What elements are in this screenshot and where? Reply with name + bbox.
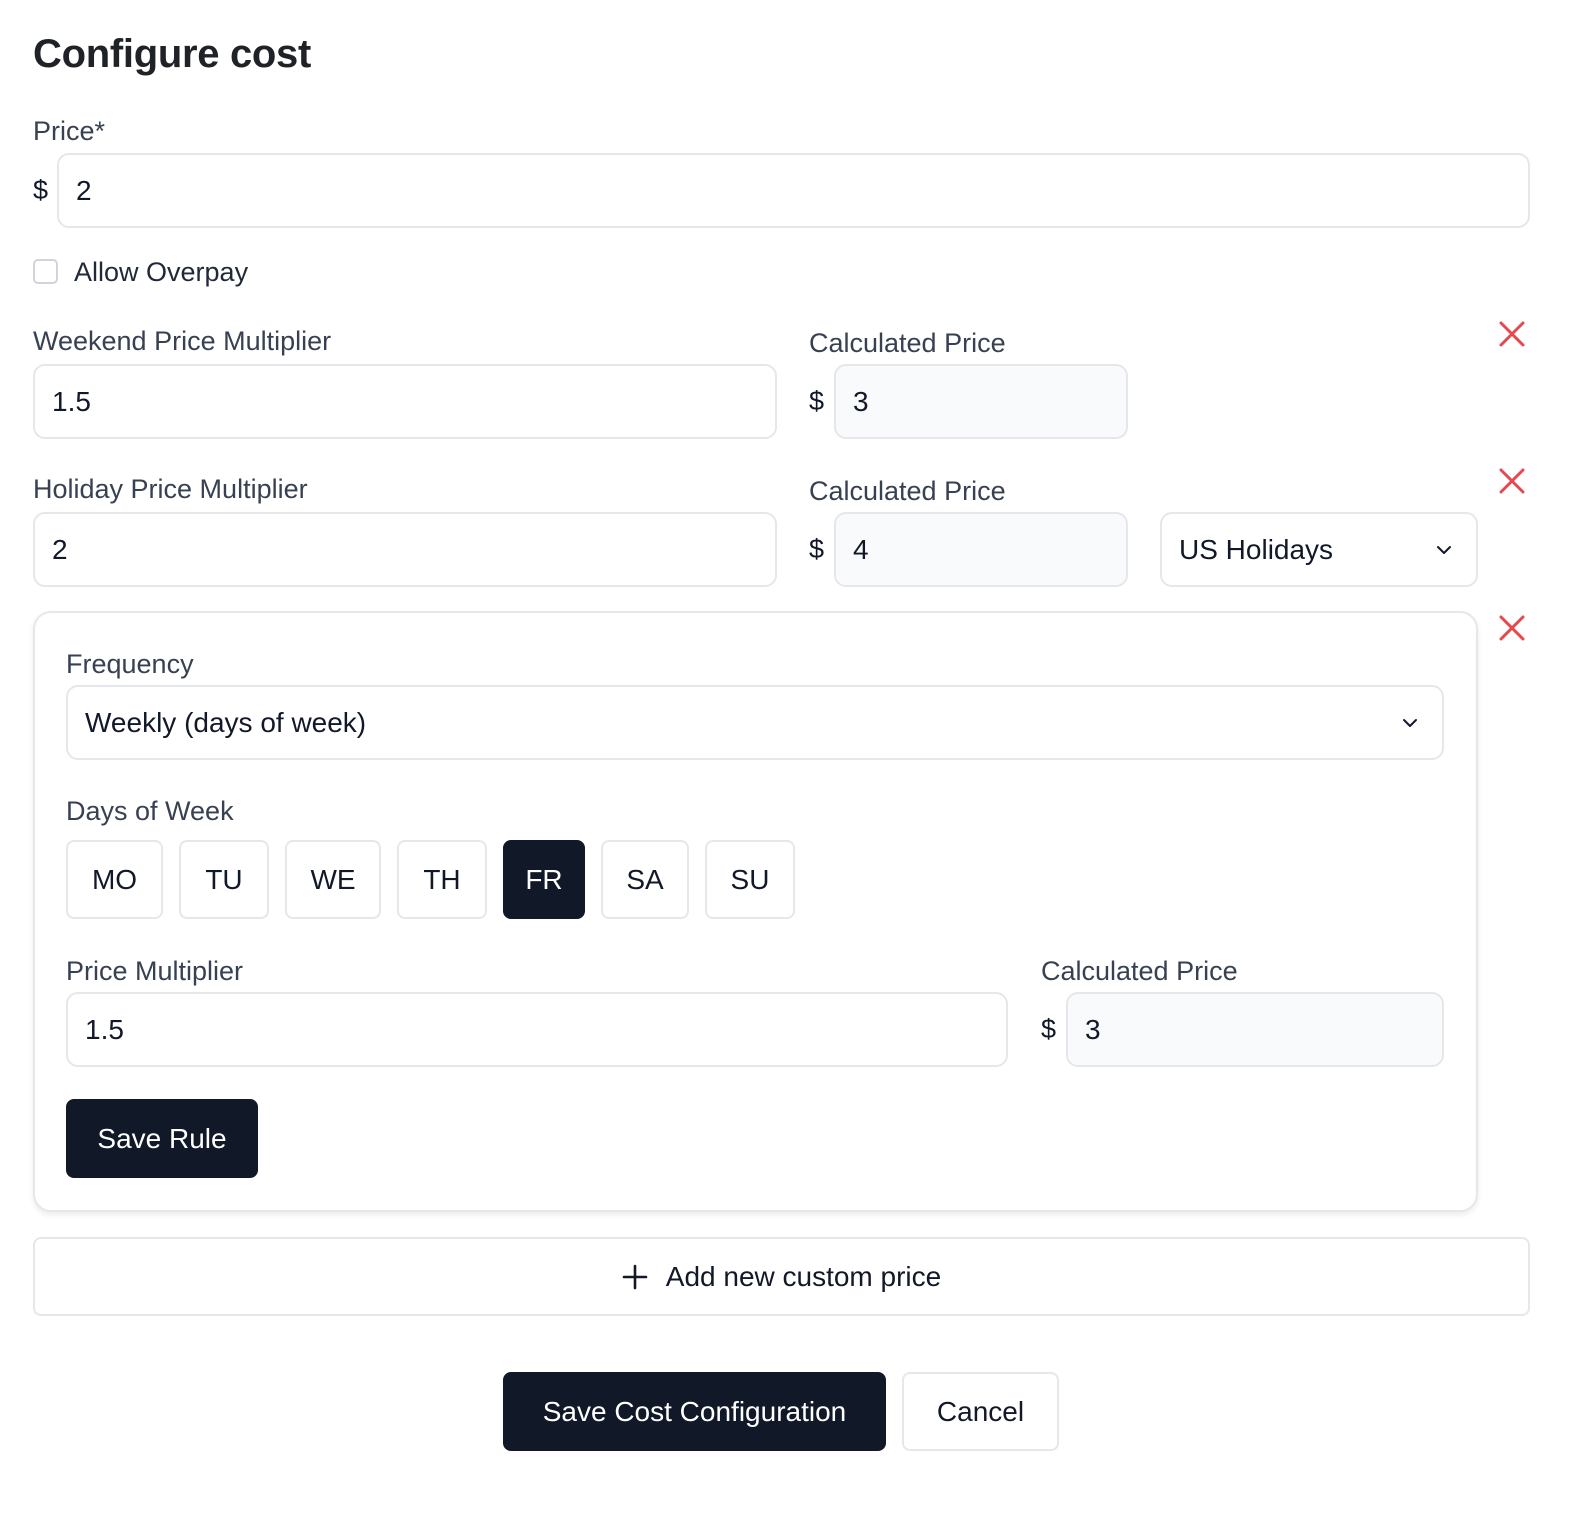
- cancel-label: Cancel: [936, 1395, 1025, 1427]
- frequency-value: Weekly (days of week): [85, 706, 367, 738]
- holiday-currency: $: [809, 534, 825, 564]
- day-toggle-label: TU: [205, 863, 243, 895]
- holiday-multiplier-value: 2: [52, 533, 68, 565]
- rule-currency: $: [1041, 1014, 1057, 1044]
- day-toggle-label: WE: [310, 863, 356, 895]
- rule-calculated-field: 3: [1066, 992, 1444, 1067]
- holiday-calculated-value: 4: [853, 533, 869, 565]
- save-rule-label: Save Rule: [97, 1122, 227, 1154]
- add-custom-price-button[interactable]: Add new custom price: [33, 1237, 1530, 1316]
- weekend-multiplier-input[interactable]: 1.5: [33, 364, 777, 439]
- plus-icon: [622, 1264, 648, 1289]
- price-label: Price*: [33, 116, 106, 146]
- allow-overpay-label: Allow Overpay: [74, 257, 249, 287]
- weekend-multiplier-label: Weekend Price Multiplier: [33, 326, 332, 356]
- holiday-multiplier-input[interactable]: 2: [33, 512, 777, 587]
- rule-multiplier-label: Price Multiplier: [66, 956, 244, 986]
- holiday-calendar-select[interactable]: US Holidays: [1160, 512, 1478, 587]
- cancel-button[interactable]: Cancel: [902, 1372, 1059, 1451]
- day-toggle-we[interactable]: WE: [285, 840, 381, 919]
- frequency-select[interactable]: Weekly (days of week): [66, 685, 1444, 760]
- weekend-calculated-label: Calculated Price: [809, 328, 1006, 358]
- page-title: Configure cost: [33, 32, 312, 76]
- rule-multiplier-value: 1.5: [85, 1013, 124, 1045]
- day-toggle-label: SU: [730, 863, 770, 895]
- frequency-label: Frequency: [66, 649, 194, 679]
- save-cost-configuration-label: Save Cost Configuration: [542, 1395, 847, 1427]
- day-toggle-label: TH: [423, 863, 461, 895]
- holiday-multiplier-label: Holiday Price Multiplier: [33, 474, 308, 504]
- save-cost-configuration-button[interactable]: Save Cost Configuration: [503, 1372, 886, 1451]
- price-input[interactable]: 2: [57, 153, 1530, 228]
- rule-calculated-label: Calculated Price: [1041, 956, 1238, 986]
- remove-holiday-close-icon[interactable]: [1495, 464, 1529, 498]
- rule-multiplier-input[interactable]: 1.5: [66, 992, 1008, 1067]
- add-custom-price-label: Add new custom price: [665, 1260, 942, 1292]
- day-toggle-label: MO: [91, 863, 138, 895]
- day-toggle-tu[interactable]: TU: [179, 840, 269, 919]
- days-of-week-label: Days of Week: [66, 796, 234, 826]
- holiday-calculated-label: Calculated Price: [809, 476, 1006, 506]
- price-value: 2: [76, 174, 92, 206]
- weekend-currency: $: [809, 386, 825, 416]
- weekend-calculated-field: 3: [834, 364, 1128, 439]
- day-toggle-label: FR: [525, 863, 563, 895]
- day-toggle-sa[interactable]: SA: [601, 840, 689, 919]
- chevron-down-icon: [1403, 718, 1417, 727]
- day-toggle-fr[interactable]: FR: [503, 840, 585, 919]
- weekend-multiplier-value: 1.5: [52, 385, 91, 417]
- save-rule-button[interactable]: Save Rule: [66, 1099, 258, 1178]
- day-toggle-mo[interactable]: MO: [66, 840, 163, 919]
- day-toggle-su[interactable]: SU: [705, 840, 795, 919]
- rule-calculated-value: 3: [1085, 1013, 1101, 1045]
- weekend-calculated-value: 3: [853, 385, 869, 417]
- day-toggle-label: SA: [626, 863, 664, 895]
- price-currency: $: [33, 175, 49, 205]
- day-toggle-th[interactable]: TH: [397, 840, 487, 919]
- holiday-calendar-value: US Holidays: [1179, 533, 1334, 565]
- remove-weekend-close-icon[interactable]: [1495, 317, 1529, 351]
- holiday-calculated-field: 4: [834, 512, 1128, 587]
- remove-rule-close-icon[interactable]: [1495, 611, 1529, 645]
- allow-overpay-checkbox[interactable]: [33, 259, 58, 284]
- chevron-down-icon: [1437, 545, 1451, 554]
